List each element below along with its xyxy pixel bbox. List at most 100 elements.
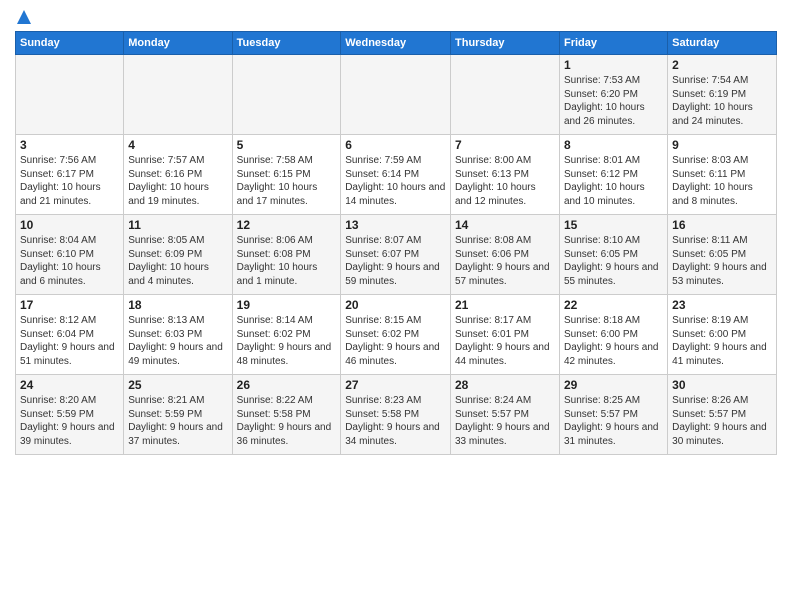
calendar-cell: 26 Sunrise: 8:22 AM Sunset: 5:58 PM Dayli… bbox=[232, 375, 341, 455]
day-number: 23 bbox=[672, 298, 772, 312]
calendar-cell bbox=[451, 55, 560, 135]
calendar-cell: 12Sunrise: 8:06 AM Sunset: 6:08 PM Dayli… bbox=[232, 215, 341, 295]
day-info: Sunrise: 8:13 AM Sunset: 6:03 PM Dayligh… bbox=[128, 314, 227, 368]
day-info: Sunrise: 8:04 AM Sunset: 6:10 PM Dayligh… bbox=[20, 234, 119, 288]
logo-bird-icon bbox=[17, 10, 31, 24]
calendar-cell: 19 Sunrise: 8:14 AM Sunset: 6:02 PM Dayli… bbox=[232, 295, 341, 375]
day-number: 7 bbox=[455, 138, 555, 152]
weekday-header: Sunday bbox=[16, 32, 124, 55]
day-info: Sunrise: 8:20 AM Sunset: 5:59 PM Dayligh… bbox=[20, 394, 119, 448]
day-number: 5 bbox=[237, 138, 337, 152]
day-number: 14 bbox=[455, 218, 555, 232]
weekday-header: Saturday bbox=[668, 32, 777, 55]
day-number: 10 bbox=[20, 218, 119, 232]
calendar-cell: 28 Sunrise: 8:24 AM Sunset: 5:57 PM Dayli… bbox=[451, 375, 560, 455]
day-number: 27 bbox=[345, 378, 446, 392]
day-info: Sunrise: 8:26 AM Sunset: 5:57 PM Dayligh… bbox=[672, 394, 772, 448]
day-number: 12 bbox=[237, 218, 337, 232]
calendar-cell: 3Sunrise: 7:56 AM Sunset: 6:17 PM Daylig… bbox=[16, 135, 124, 215]
calendar-cell: 23Sunrise: 8:19 AM Sunset: 6:00 PM Dayli… bbox=[668, 295, 777, 375]
calendar-cell bbox=[16, 55, 124, 135]
day-number: 6 bbox=[345, 138, 446, 152]
day-info: Sunrise: 8:15 AM Sunset: 6:02 PM Dayligh… bbox=[345, 314, 446, 368]
calendar-cell: 24 Sunrise: 8:20 AM Sunset: 5:59 PM Dayli… bbox=[16, 375, 124, 455]
calendar-cell: 14 Sunrise: 8:08 AM Sunset: 6:06 PM Dayli… bbox=[451, 215, 560, 295]
day-number: 15 bbox=[564, 218, 663, 232]
calendar-cell: 11Sunrise: 8:05 AM Sunset: 6:09 PM Dayli… bbox=[124, 215, 232, 295]
day-info: Sunrise: 8:08 AM Sunset: 6:06 PM Dayligh… bbox=[455, 234, 555, 288]
calendar-cell: 4 Sunrise: 7:57 AM Sunset: 6:16 PM Daylig… bbox=[124, 135, 232, 215]
calendar-cell: 6 Sunrise: 7:59 AM Sunset: 6:14 PM Daylig… bbox=[341, 135, 451, 215]
calendar-cell: 22 Sunrise: 8:18 AM Sunset: 6:00 PM Dayli… bbox=[559, 295, 667, 375]
day-number: 3 bbox=[20, 138, 119, 152]
calendar-cell: 21 Sunrise: 8:17 AM Sunset: 6:01 PM Dayli… bbox=[451, 295, 560, 375]
day-info: Sunrise: 8:00 AM Sunset: 6:13 PM Dayligh… bbox=[455, 154, 555, 208]
day-info: Sunrise: 8:03 AM Sunset: 6:11 PM Dayligh… bbox=[672, 154, 772, 208]
day-number: 20 bbox=[345, 298, 446, 312]
calendar-cell: 20 Sunrise: 8:15 AM Sunset: 6:02 PM Dayli… bbox=[341, 295, 451, 375]
calendar-cell bbox=[341, 55, 451, 135]
day-info: Sunrise: 8:23 AM Sunset: 5:58 PM Dayligh… bbox=[345, 394, 446, 448]
calendar-week-row: 3Sunrise: 7:56 AM Sunset: 6:17 PM Daylig… bbox=[16, 135, 777, 215]
day-info: Sunrise: 8:07 AM Sunset: 6:07 PM Dayligh… bbox=[345, 234, 446, 288]
day-number: 28 bbox=[455, 378, 555, 392]
day-info: Sunrise: 8:10 AM Sunset: 6:05 PM Dayligh… bbox=[564, 234, 663, 288]
day-number: 30 bbox=[672, 378, 772, 392]
day-info: Sunrise: 8:18 AM Sunset: 6:00 PM Dayligh… bbox=[564, 314, 663, 368]
calendar-cell: 27 Sunrise: 8:23 AM Sunset: 5:58 PM Dayli… bbox=[341, 375, 451, 455]
day-number: 13 bbox=[345, 218, 446, 232]
calendar-cell: 17 Sunrise: 8:12 AM Sunset: 6:04 PM Dayli… bbox=[16, 295, 124, 375]
day-number: 26 bbox=[237, 378, 337, 392]
day-number: 9 bbox=[672, 138, 772, 152]
weekday-header: Friday bbox=[559, 32, 667, 55]
day-info: Sunrise: 8:24 AM Sunset: 5:57 PM Dayligh… bbox=[455, 394, 555, 448]
calendar-cell: 18 Sunrise: 8:13 AM Sunset: 6:03 PM Dayli… bbox=[124, 295, 232, 375]
calendar-cell: 30 Sunrise: 8:26 AM Sunset: 5:57 PM Dayli… bbox=[668, 375, 777, 455]
calendar-cell: 15 Sunrise: 8:10 AM Sunset: 6:05 PM Dayli… bbox=[559, 215, 667, 295]
calendar-cell: 16Sunrise: 8:11 AM Sunset: 6:05 PM Dayli… bbox=[668, 215, 777, 295]
day-number: 19 bbox=[237, 298, 337, 312]
day-number: 25 bbox=[128, 378, 227, 392]
day-number: 2 bbox=[672, 58, 772, 72]
calendar-cell: 25 Sunrise: 8:21 AM Sunset: 5:59 PM Dayli… bbox=[124, 375, 232, 455]
day-info: Sunrise: 7:53 AM Sunset: 6:20 PM Dayligh… bbox=[564, 74, 663, 128]
day-number: 17 bbox=[20, 298, 119, 312]
day-number: 22 bbox=[564, 298, 663, 312]
calendar-cell: 2 Sunrise: 7:54 AM Sunset: 6:19 PM Daylig… bbox=[668, 55, 777, 135]
calendar-cell: 29Sunrise: 8:25 AM Sunset: 5:57 PM Dayli… bbox=[559, 375, 667, 455]
calendar-cell: 5Sunrise: 7:58 AM Sunset: 6:15 PM Daylig… bbox=[232, 135, 341, 215]
day-info: Sunrise: 7:59 AM Sunset: 6:14 PM Dayligh… bbox=[345, 154, 446, 208]
day-info: Sunrise: 8:21 AM Sunset: 5:59 PM Dayligh… bbox=[128, 394, 227, 448]
calendar-cell: 1 Sunrise: 7:53 AM Sunset: 6:20 PM Daylig… bbox=[559, 55, 667, 135]
calendar-cell: 7 Sunrise: 8:00 AM Sunset: 6:13 PM Daylig… bbox=[451, 135, 560, 215]
calendar-week-row: 24 Sunrise: 8:20 AM Sunset: 5:59 PM Dayli… bbox=[16, 375, 777, 455]
logo bbox=[15, 10, 31, 27]
calendar-cell: 10 Sunrise: 8:04 AM Sunset: 6:10 PM Dayli… bbox=[16, 215, 124, 295]
day-info: Sunrise: 8:12 AM Sunset: 6:04 PM Dayligh… bbox=[20, 314, 119, 368]
weekday-header: Thursday bbox=[451, 32, 560, 55]
day-info: Sunrise: 8:22 AM Sunset: 5:58 PM Dayligh… bbox=[237, 394, 337, 448]
weekday-header: Monday bbox=[124, 32, 232, 55]
weekday-header: Tuesday bbox=[232, 32, 341, 55]
calendar-week-row: 1 Sunrise: 7:53 AM Sunset: 6:20 PM Daylig… bbox=[16, 55, 777, 135]
calendar-header-row: SundayMondayTuesdayWednesdayThursdayFrid… bbox=[16, 32, 777, 55]
day-info: Sunrise: 8:14 AM Sunset: 6:02 PM Dayligh… bbox=[237, 314, 337, 368]
day-number: 1 bbox=[564, 58, 663, 72]
day-number: 16 bbox=[672, 218, 772, 232]
calendar-cell: 9 Sunrise: 8:03 AM Sunset: 6:11 PM Daylig… bbox=[668, 135, 777, 215]
day-info: Sunrise: 8:05 AM Sunset: 6:09 PM Dayligh… bbox=[128, 234, 227, 288]
day-number: 24 bbox=[20, 378, 119, 392]
calendar-cell bbox=[232, 55, 341, 135]
day-info: Sunrise: 8:17 AM Sunset: 6:01 PM Dayligh… bbox=[455, 314, 555, 368]
day-number: 4 bbox=[128, 138, 227, 152]
day-number: 21 bbox=[455, 298, 555, 312]
day-number: 29 bbox=[564, 378, 663, 392]
day-info: Sunrise: 7:54 AM Sunset: 6:19 PM Dayligh… bbox=[672, 74, 772, 128]
day-info: Sunrise: 8:01 AM Sunset: 6:12 PM Dayligh… bbox=[564, 154, 663, 208]
calendar-cell: 8Sunrise: 8:01 AM Sunset: 6:12 PM Daylig… bbox=[559, 135, 667, 215]
calendar-week-row: 10 Sunrise: 8:04 AM Sunset: 6:10 PM Dayli… bbox=[16, 215, 777, 295]
page-header bbox=[15, 10, 777, 27]
day-number: 18 bbox=[128, 298, 227, 312]
calendar-cell: 13 Sunrise: 8:07 AM Sunset: 6:07 PM Dayli… bbox=[341, 215, 451, 295]
day-info: Sunrise: 7:57 AM Sunset: 6:16 PM Dayligh… bbox=[128, 154, 227, 208]
